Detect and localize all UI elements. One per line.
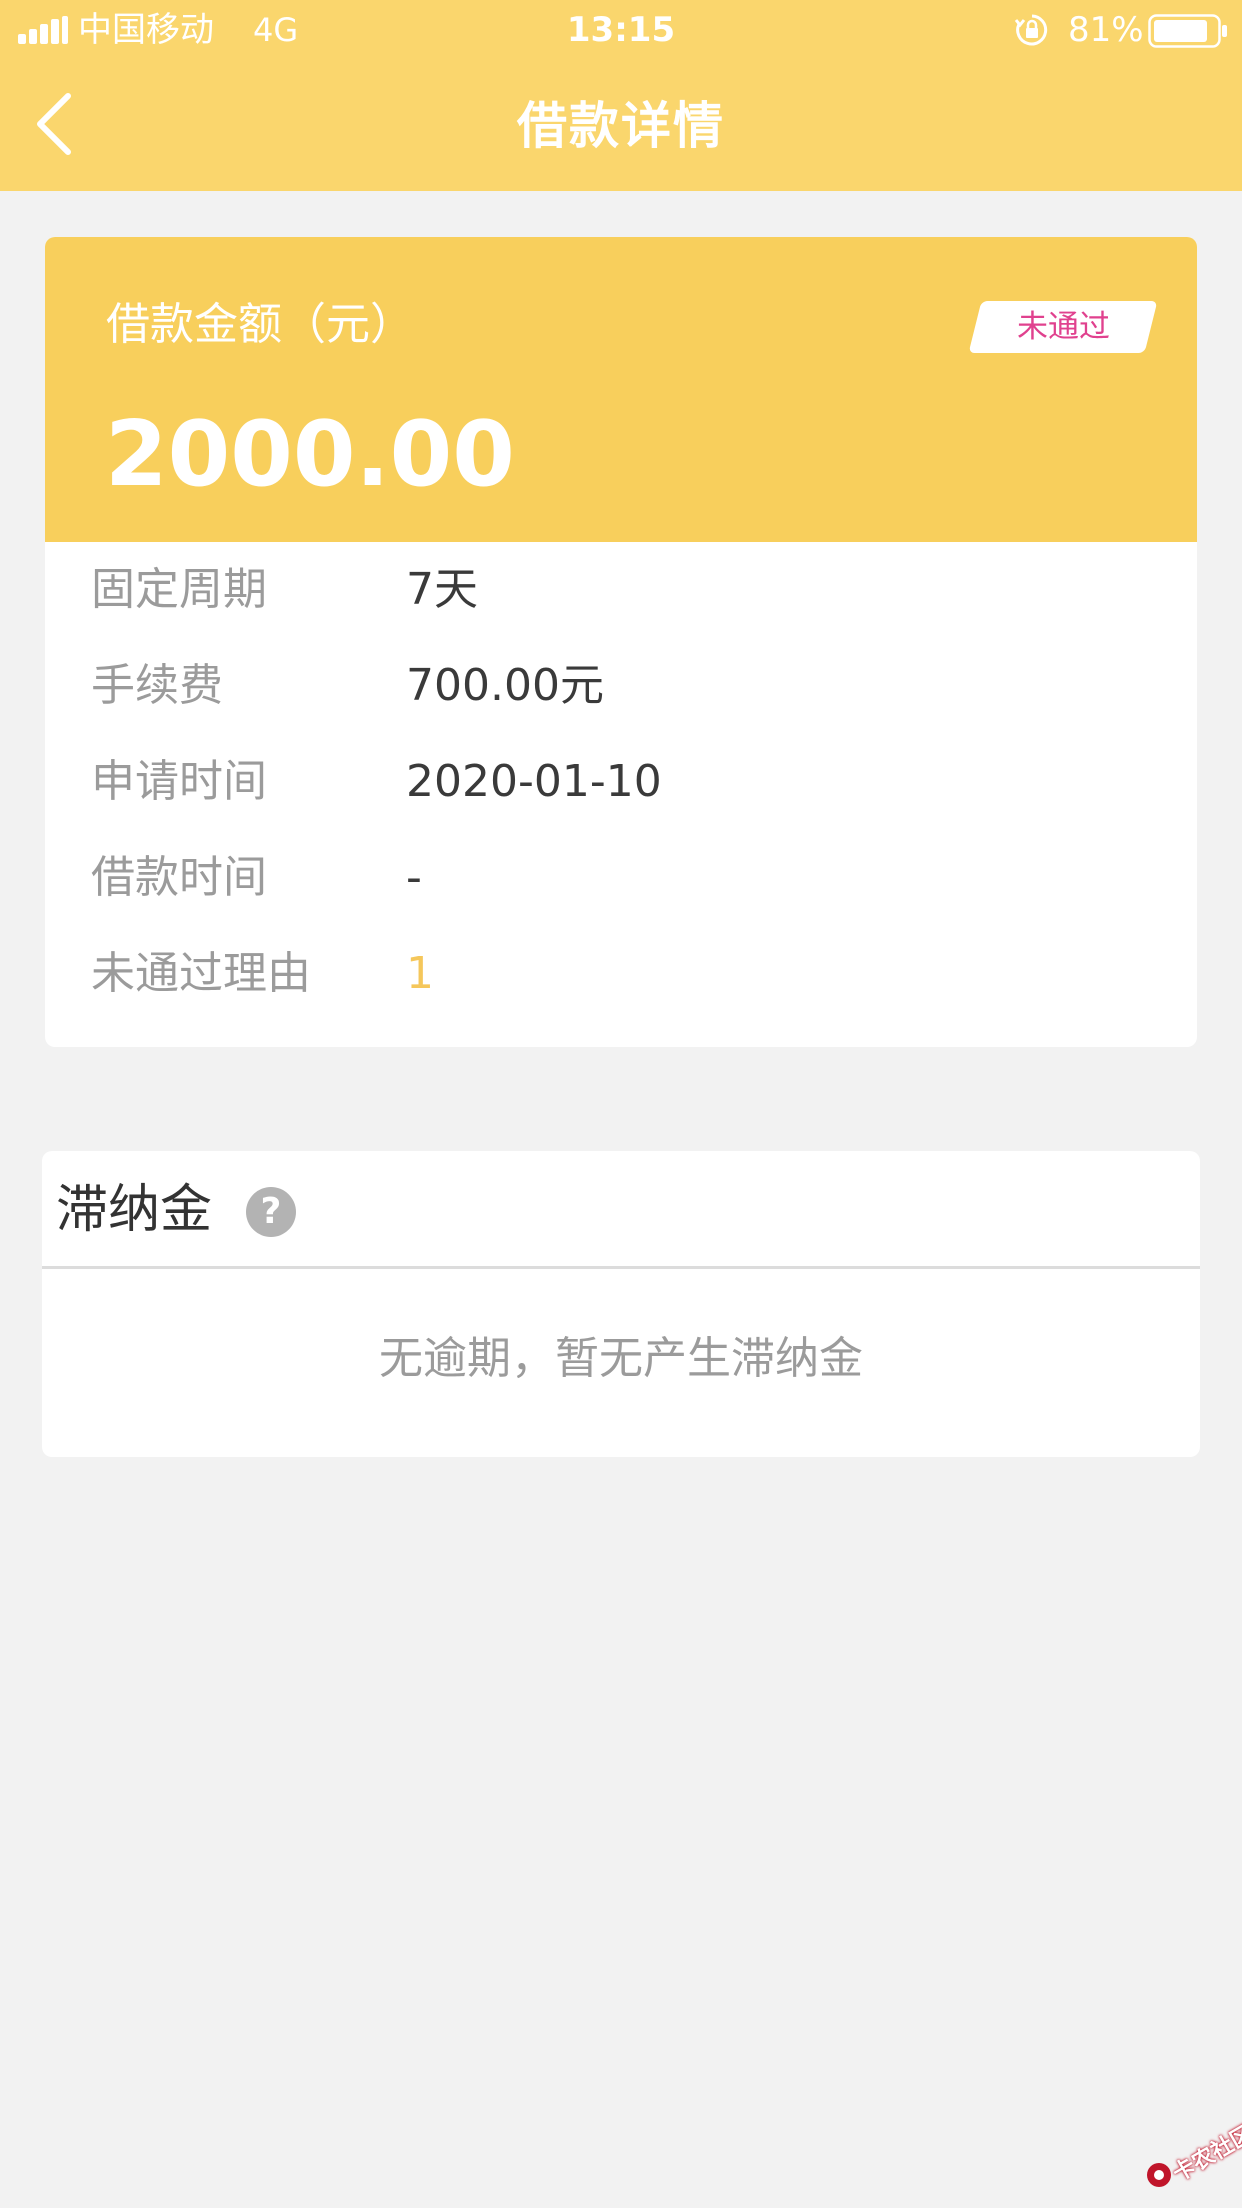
detail-value: 1 <box>406 948 434 999</box>
detail-row-period: 固定周期 7天 <box>45 542 1197 638</box>
loan-amount-value: 2000.00 <box>105 402 515 507</box>
detail-label: 借款时间 <box>91 852 267 903</box>
carrier-name: 中国移动 <box>78 10 214 50</box>
rotation-lock-icon <box>1014 14 1048 46</box>
header: 中国移动 4G 13:15 81% 借款详情 <box>0 0 1242 191</box>
watermark-text: 卡农社区 <box>1168 2121 1242 2187</box>
battery-icon <box>1148 14 1227 48</box>
status-time: 13:15 <box>566 10 676 50</box>
detail-value: - <box>406 852 422 903</box>
detail-value: 700.00元 <box>406 660 604 711</box>
detail-row-fee: 手续费 700.00元 <box>45 638 1197 734</box>
late-fee-empty-text: 无逾期，暂无产生滞纳金 <box>379 1333 863 1384</box>
status-badge-label: 未通过 <box>1016 309 1110 345</box>
detail-row-loan-time: 借款时间 - <box>45 830 1197 926</box>
status-bar: 中国移动 4G 13:15 81% <box>0 0 1242 62</box>
signal-strength-icon <box>18 16 68 44</box>
loan-detail-card: 借款金额（元） 2000.00 未通过 固定周期 7天 手续费 700.00元 … <box>45 237 1197 1047</box>
detail-label: 申请时间 <box>91 756 267 807</box>
detail-label: 手续费 <box>91 660 223 711</box>
loan-amount-section: 借款金额（元） 2000.00 未通过 <box>45 237 1197 542</box>
detail-value: 2020-01-10 <box>406 756 662 807</box>
detail-value: 7天 <box>406 564 478 615</box>
chevron-left-icon <box>37 93 71 155</box>
help-icon[interactable]: ? <box>246 1187 296 1237</box>
late-fee-card: 滞纳金 ? 无逾期，暂无产生滞纳金 <box>42 1151 1200 1457</box>
network-type: 4G <box>253 11 299 49</box>
watermark-logo: 卡农社区 <box>1138 2118 1242 2198</box>
loan-amount-label: 借款金额（元） <box>106 299 414 350</box>
detail-label: 固定周期 <box>91 564 267 615</box>
detail-row-reject-reason: 未通过理由 1 <box>45 926 1197 1022</box>
late-fee-title: 滞纳金 <box>56 1180 213 1240</box>
status-badge: 未通过 <box>968 301 1158 353</box>
nav-bar: 借款详情 <box>0 62 1242 191</box>
back-button[interactable] <box>14 84 104 164</box>
late-fee-header: 滞纳金 ? <box>42 1151 1200 1269</box>
detail-row-apply-time: 申请时间 2020-01-10 <box>45 734 1197 830</box>
detail-label: 未通过理由 <box>91 948 311 999</box>
page-title: 借款详情 <box>517 97 725 155</box>
battery-percent: 81% <box>1068 10 1144 50</box>
